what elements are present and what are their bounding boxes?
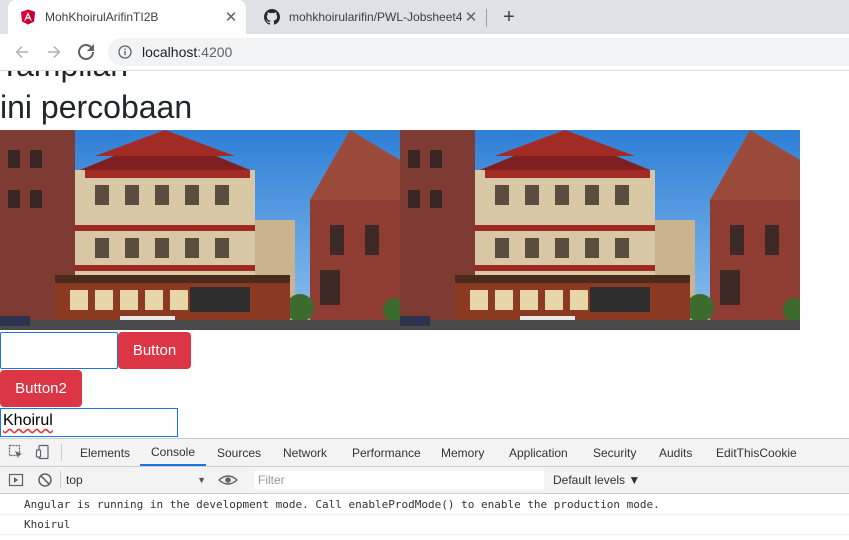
console-log-separator bbox=[0, 514, 849, 515]
devtools-tab-elements[interactable]: Elements bbox=[80, 439, 130, 466]
reload-button[interactable] bbox=[74, 40, 98, 64]
devtools-tab-editthiscookie[interactable]: EditThisCookie bbox=[716, 439, 797, 466]
inspect-element-icon[interactable] bbox=[8, 444, 24, 460]
angular-icon bbox=[21, 9, 35, 25]
devtools-tab-audits[interactable]: Audits bbox=[659, 439, 692, 466]
address-bar[interactable]: localhost:4200 bbox=[108, 38, 849, 66]
browser-toolbar: localhost:4200 bbox=[0, 34, 849, 71]
new-tab-button[interactable]: + bbox=[498, 6, 520, 28]
secondary-button[interactable]: Button2 bbox=[0, 370, 82, 407]
console-toolbar: top ▼ Filter Default levels ▼ bbox=[0, 467, 849, 494]
devtools-tab-security[interactable]: Security bbox=[593, 439, 636, 466]
primary-button[interactable]: Button bbox=[118, 332, 191, 369]
github-icon bbox=[264, 9, 280, 25]
tab-strip: MohKhoirulArifinTI2B ✕ mohkhoirularifin/… bbox=[0, 0, 849, 34]
console-log-line: Angular is running in the development mo… bbox=[24, 497, 660, 511]
forward-button[interactable] bbox=[42, 40, 66, 64]
tab-separator bbox=[486, 9, 487, 27]
reload-icon bbox=[78, 44, 94, 60]
url-text: localhost:4200 bbox=[142, 44, 232, 60]
devtools-tab-sources[interactable]: Sources bbox=[217, 439, 261, 466]
devtools-tabbar: Elements Console Sources Network Perform… bbox=[0, 439, 849, 467]
context-selector[interactable]: top ▼ bbox=[66, 471, 206, 489]
name-input-value: Khoirul bbox=[3, 412, 53, 429]
devtools-tab-memory[interactable]: Memory bbox=[441, 439, 484, 466]
clear-console-icon[interactable] bbox=[37, 472, 53, 488]
url-port: :4200 bbox=[197, 44, 233, 60]
tab-title: mohkhoirularifin/PWL-Jobsheet4 bbox=[289, 10, 462, 24]
console-output: Angular is running in the development mo… bbox=[0, 494, 849, 540]
console-log-line: Khoirul bbox=[24, 517, 71, 531]
info-icon[interactable] bbox=[118, 45, 132, 59]
context-dropdown-arrow: ▼ bbox=[197, 475, 206, 485]
street-photo bbox=[0, 130, 800, 330]
tab-github[interactable]: mohkhoirularifin/PWL-Jobsheet4 ✕ bbox=[252, 0, 486, 34]
devtools-divider bbox=[61, 444, 62, 461]
url-host: localhost bbox=[142, 44, 198, 60]
back-arrow-icon bbox=[15, 46, 28, 58]
show-sidebar-icon[interactable] bbox=[8, 472, 24, 488]
page-heading: ini percobaan bbox=[0, 89, 193, 125]
device-toolbar-icon[interactable] bbox=[35, 444, 51, 460]
devtools-tab-application[interactable]: Application bbox=[509, 439, 568, 466]
tab-angular-app[interactable]: MohKhoirulArifinTI2B ✕ bbox=[8, 0, 246, 34]
name-input[interactable]: Khoirul bbox=[0, 408, 178, 437]
console-log-separator bbox=[0, 534, 849, 535]
devtools-tab-network[interactable]: Network bbox=[283, 439, 327, 466]
log-levels-dropdown[interactable]: Default levels ▼ bbox=[553, 471, 640, 489]
street-photo-image bbox=[0, 130, 800, 330]
devtools-tab-console[interactable]: Console bbox=[140, 439, 206, 466]
tab-title: MohKhoirulArifinTI2B bbox=[45, 10, 159, 24]
console-filter-input[interactable]: Filter bbox=[254, 471, 544, 489]
console-divider bbox=[60, 471, 61, 488]
close-tab-icon[interactable]: ✕ bbox=[462, 8, 480, 26]
devtools-tab-performance[interactable]: Performance bbox=[352, 439, 421, 466]
context-label: top bbox=[66, 473, 83, 487]
back-button[interactable] bbox=[10, 40, 34, 64]
live-expression-eye-icon[interactable] bbox=[218, 472, 238, 488]
text-input[interactable] bbox=[0, 332, 118, 369]
page-viewport: Tampilan ini percobaan bbox=[0, 71, 849, 438]
close-tab-icon[interactable]: ✕ bbox=[222, 8, 240, 26]
page-heading-partial: Tampilan bbox=[0, 71, 128, 85]
forward-arrow-icon bbox=[48, 46, 61, 58]
devtools-panel: Elements Console Sources Network Perform… bbox=[0, 438, 849, 540]
